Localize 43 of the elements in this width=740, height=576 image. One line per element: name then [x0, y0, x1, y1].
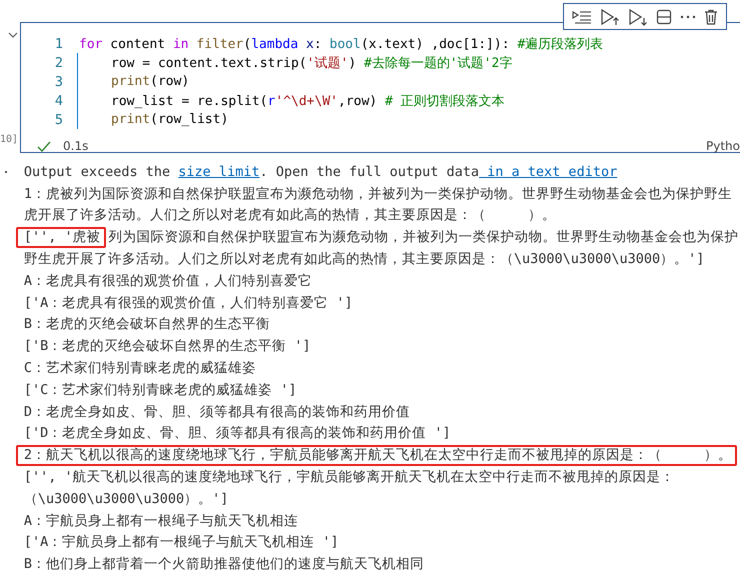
output-text: A：老虎具有很强的观赏价值，人们特别喜爱它 [24, 272, 312, 290]
line-number: 2 [54, 54, 63, 70]
line-number: 5 [54, 112, 63, 128]
output-text: ['', '虎被 [16, 226, 106, 248]
output-text: 1：虎被列为国际资源和自然保护联盟宣布为濒危动物，并被列为一类保护动物。世界野生动物基金会也为保护野生 [24, 184, 732, 203]
line-number: 3 [54, 74, 63, 90]
output-text: ['B：老虎的灭绝会破坏自然界的生态平衡 '] [24, 337, 311, 356]
output-link[interactable]: in a text editor [479, 164, 618, 180]
output-text: ['A：宇航员身上都有一根绳子与航天飞机相连 '] [24, 533, 339, 552]
execution-time: 0.1s [63, 139, 88, 153]
output-text: （\u3000\u3000\u3000）。'] [24, 490, 228, 508]
output-link[interactable]: size limit [178, 164, 260, 180]
line-number: 4 [54, 92, 63, 108]
output-text: 野生虎开展了许多活动。人们之所以对老虎有如此高的热情，其主要原因是：（\u3000\u3000\u3000）。'] [24, 250, 704, 268]
code-line: print(row_list) [110, 112, 228, 127]
code-line: for content in filter(lambda x: bool(x.text) ,doc[1:]): #遍历段落列表 [78, 36, 604, 52]
line-number: 1 [54, 36, 63, 52]
delete-icon[interactable] [704, 8, 718, 24]
run-lines-icon[interactable] [572, 8, 592, 24]
output-text: ['D：老虎全身如皮、骨、胆、须等都具有很高的装饰和药用价值 '] [24, 424, 451, 442]
output-text: B：他们身上都背着一个火箭助推器使他们的速度与航天飞机相同 [24, 555, 424, 574]
output-text: B：老虎的灭绝会破坏自然界的生态平衡 [24, 315, 270, 334]
split-cell-icon[interactable] [656, 8, 672, 24]
output-text: 虎开展了许多活动。人们之所以对老虎有如此高的热情，其主要原因是：（ ）。 [24, 206, 556, 224]
code-line: row = content.text.strip('试题') #去除每一题的'试题'2字 [110, 54, 512, 72]
code-line: row_list = re.split(r'^\d+\W',row) # 正则切割段落文本 [110, 92, 505, 110]
output-text: ['', '航天飞机以很高的速度绕地球飞行，宇航员能够离开航天飞机在太空中行走而不被甩掉的原因是： [24, 468, 675, 486]
more-icon[interactable] [680, 14, 696, 18]
collapse-chevron-icon[interactable] [8, 32, 18, 38]
output-text: A：宇航员身上都有一根绳子与航天飞机相连 [24, 512, 298, 530]
run-above-icon[interactable] [600, 8, 620, 26]
output-text: ['C：艺术家们特别青睐老虎的威猛雄姿 '] [24, 380, 297, 399]
output-text: 2：航天飞机以很高的速度绕地球飞行，宇航员能够离开航天飞机在太空中行走而不被甩掉的原因是：（ ）。 [16, 444, 737, 466]
output-text: Output exceeds the [24, 164, 172, 180]
output-text: 列为国际资源和自然保护联盟宣布为濒危动物，并被列为一类保护动物。世界野生动物基金会也为保护 [108, 228, 739, 246]
output-text: ['A：老虎具有很强的观赏价值，人们特别喜爱它 '] [24, 294, 353, 312]
output-text: . Open the full output data [260, 164, 480, 180]
run-below-icon[interactable] [628, 8, 648, 26]
output-text: D：老虎全身如皮、骨、胆、须等都具有很高的装饰和药用价值 [24, 402, 410, 421]
output-text: C：艺术家们特别青睐老虎的威猛雄姿 [24, 359, 256, 378]
code-line: print(row) [110, 74, 190, 89]
execution-count: 10] [0, 134, 18, 145]
kernel-language[interactable]: Pytho [706, 139, 740, 153]
